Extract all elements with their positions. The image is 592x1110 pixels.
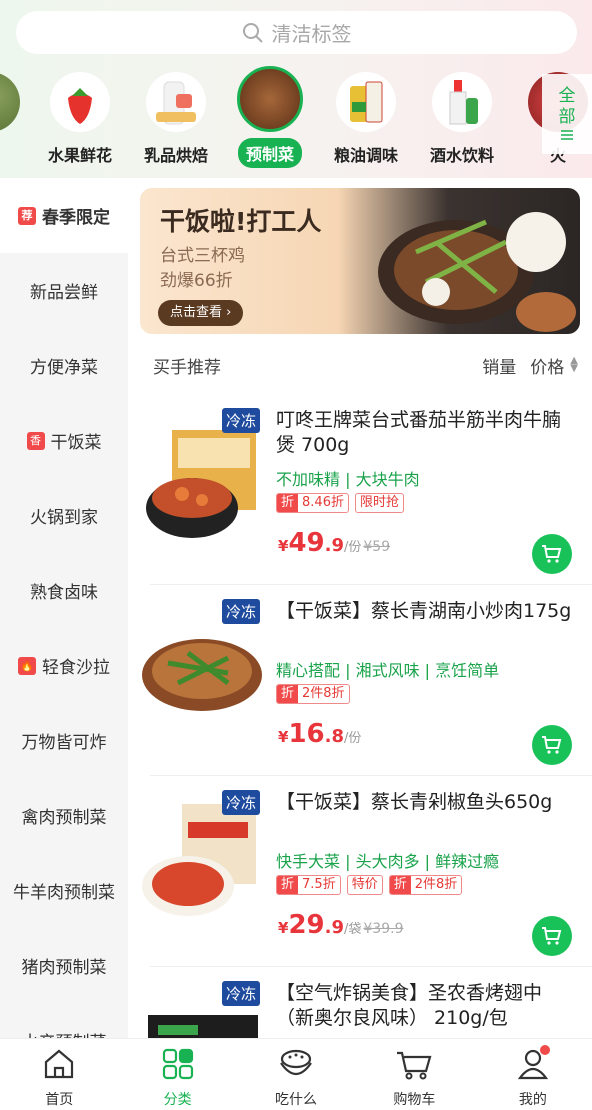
category-fruit[interactable]: 水果鲜花 — [32, 66, 128, 166]
sidebar-item-rice-dish[interactable]: 香干饭菜 — [0, 403, 128, 478]
product-list: 冷冻 叮咚王牌菜台式番茄半筋半肉牛腩煲 700g 不加味精 | 大块牛肉 折 8.… — [128, 394, 592, 1038]
add-to-cart-button[interactable] — [532, 916, 572, 956]
category-dairy[interactable]: 乳品烘焙 — [128, 66, 224, 166]
product-price: ¥49.9/份 ¥59 — [278, 528, 391, 558]
add-to-cart-button[interactable] — [532, 534, 572, 574]
product-tags: 折 2件8折 — [276, 684, 350, 704]
product-title: 【空气炸锅美食】圣农香烤翅中（新奥尔良风味） 210g/包 — [276, 982, 543, 1029]
product-title: 【干饭菜】蔡长青湖南小炒肉175g — [276, 600, 572, 622]
prepared-dish-icon — [237, 66, 303, 132]
category-icon — [162, 1048, 193, 1080]
nav-what-to-eat[interactable]: 吃什么 — [237, 1039, 355, 1110]
special-price-tag: 特价 — [346, 875, 383, 895]
nav-cart[interactable]: 购物车 — [355, 1039, 473, 1110]
nav-category[interactable]: 分类 — [118, 1039, 236, 1110]
discount-tag: 折 2件8折 — [276, 684, 350, 704]
discount-tag: 折 7.5折 — [276, 875, 341, 895]
oil-icon — [336, 72, 396, 132]
product-title: 【干饭菜】蔡长青剁椒鱼头650g — [276, 791, 553, 813]
sidebar-item-fryable[interactable]: 万物皆可炸 — [0, 703, 128, 778]
nav-profile[interactable]: 我的 — [474, 1039, 592, 1110]
product-card[interactable]: 冷冻 叮咚王牌菜台式番茄半筋半肉牛腩煲 700g 不加味精 | 大块牛肉 折 8.… — [128, 394, 592, 585]
product-features: 不加味精 | 大块牛肉 — [276, 470, 420, 489]
frozen-badge: 冷冻 — [222, 599, 261, 624]
menu-icon — [561, 130, 573, 140]
home-icon — [45, 1049, 74, 1079]
header: 清洁标签 鲜 水果鲜花 乳品烘焙 预制菜 粮油调味 — [0, 0, 592, 178]
vegetable-icon — [0, 72, 20, 132]
promo-tag: 限时抢 — [354, 493, 404, 513]
sidebar-item-deli[interactable]: 熟食卤味 — [0, 553, 128, 628]
product-title: 叮咚王牌菜台式番茄半筋半肉牛腩煲 700g — [276, 409, 562, 456]
sort-recommend[interactable]: 买手推荐 — [153, 353, 482, 378]
product-card[interactable]: 冷冻 【干饭菜】蔡长青剁椒鱼头650g 快手大菜 | 头大肉多 | 鲜辣过瘾 折… — [128, 776, 592, 967]
sidebar-item-convenient[interactable]: 方便净菜 — [0, 328, 128, 403]
product-tags: 折 7.5折 特价 折 2件8折 — [276, 875, 463, 895]
sidebar-item-pork[interactable]: 猪肉预制菜 — [0, 928, 128, 1003]
product-features: 精心搭配 | 湘式风味 | 烹饪简单 — [276, 661, 500, 680]
cart-icon — [542, 736, 562, 754]
sidebar-item-salad[interactable]: 🔥 轻食沙拉 — [0, 628, 128, 703]
sort-sales[interactable]: 销量 — [482, 353, 516, 378]
product-card[interactable]: 冷冻 【空气炸锅美食】圣农香烤翅中（新奥尔良风味） 210g/包 — [128, 967, 592, 1038]
milk-icon — [146, 72, 206, 132]
product-price: ¥16.8/份 — [278, 719, 362, 749]
frozen-badge: 冷冻 — [222, 408, 261, 433]
category-prepared[interactable]: 预制菜 — [222, 66, 318, 168]
product-tags: 折 8.46折 限时抢 — [276, 493, 404, 513]
discount-tag: 折 8.46折 — [276, 493, 349, 513]
sidebar-item-poultry[interactable]: 禽肉预制菜 — [0, 778, 128, 853]
sidebar-item-spring[interactable]: 荐春季限定 — [0, 178, 128, 253]
category-oil[interactable]: 粮油调味 — [318, 66, 414, 166]
add-to-cart-button[interactable] — [532, 725, 572, 765]
cart-icon — [397, 1051, 432, 1080]
cart-icon — [542, 927, 562, 945]
sidebar-item-beef-lamb[interactable]: 牛羊肉预制菜 — [0, 853, 128, 928]
notification-dot — [539, 1045, 550, 1055]
frozen-badge: 冷冻 — [222, 790, 261, 815]
sort-bar: 买手推荐 销量 价格 ▲ ▼ — [140, 346, 592, 384]
bottom-nav: 首页 分类 吃什么 购物车 我的 — [0, 1038, 592, 1110]
banner-subtitle: 台式三杯鸡 劲爆66折 — [160, 246, 245, 291]
sort-arrows-icon: ▲ ▼ — [570, 355, 578, 374]
product-features: 快手大菜 | 头大肉多 | 鲜辣过瘾 — [276, 852, 500, 871]
multi-discount-tag: 折 2件8折 — [388, 875, 463, 895]
strawberry-icon — [50, 72, 110, 132]
search-bar[interactable]: 清洁标签 — [16, 11, 577, 54]
category-drinks[interactable]: 酒水饮料 — [414, 66, 510, 166]
category-sidebar: 荐春季限定 新品尝鲜 方便净菜 香干饭菜 火锅到家 熟食卤味 🔥 轻食沙拉 万物皆… — [0, 178, 128, 1038]
sidebar-item-hotpot[interactable]: 火锅到家 — [0, 478, 128, 553]
bowl-icon — [280, 1049, 312, 1076]
sidebar-item-seafood[interactable]: 水产预制菜 — [0, 1003, 128, 1038]
sort-price[interactable]: 价格 — [530, 353, 564, 378]
sidebar-item-new[interactable]: 新品尝鲜 — [0, 253, 128, 328]
search-placeholder: 清洁标签 — [271, 22, 352, 46]
banner-view-button[interactable]: 点击查看 › — [158, 300, 244, 326]
category-strip: 鲜 水果鲜花 乳品烘焙 预制菜 粮油调味 — [0, 66, 592, 176]
nav-home[interactable]: 首页 — [0, 1039, 118, 1110]
product-price: ¥29.9/袋 ¥39.9 — [278, 910, 404, 940]
search-icon — [242, 22, 263, 43]
fire-icon: 🔥 — [18, 656, 36, 675]
product-card[interactable]: 冷冻 【干饭菜】蔡长青湖南小炒肉175g 精心搭配 | 湘式风味 | 烹饪简单 … — [128, 585, 592, 776]
dish-image-icon — [378, 212, 576, 332]
promo-banner[interactable]: 干饭啦!打工人 台式三杯鸡 劲爆66折 点击查看 › — [140, 188, 580, 334]
bottle-icon — [432, 72, 492, 132]
frozen-badge: 冷冻 — [222, 981, 261, 1006]
cart-icon — [542, 545, 562, 563]
all-categories-button[interactable]: 全 部 — [542, 74, 592, 154]
